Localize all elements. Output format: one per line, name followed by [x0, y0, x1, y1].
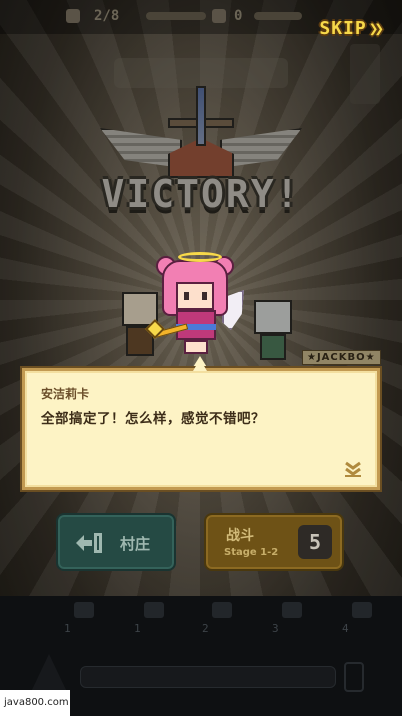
stamina-count: 2/8: [94, 8, 120, 24]
potion-icon[interactable]: [344, 662, 364, 692]
character-slot[interactable]: 1: [58, 600, 108, 640]
game-scene: VICTORY! ★JACKBO★ 2/8 0 SKIP ❯❯ 安洁莉卡 全部搞…: [0, 0, 402, 716]
battle-button[interactable]: 战斗 Stage 1-2 5: [204, 513, 344, 571]
lock-icon: [352, 602, 372, 618]
slot-level: 1: [134, 622, 141, 635]
dialog-text: 全部搞定了！怎么样，感觉不错吧？: [41, 411, 265, 427]
stage-label: Stage 1-2: [224, 547, 279, 558]
skip-button[interactable]: SKIP ❯❯: [319, 18, 384, 39]
dialog-speaker: 安洁莉卡: [41, 387, 90, 401]
lock-icon: [144, 602, 164, 618]
dialog-box[interactable]: 安洁莉卡 全部搞定了！怎么样，感觉不错吧？: [22, 368, 380, 490]
battle-label: 战斗: [226, 528, 254, 544]
slot-level: 4: [342, 622, 349, 635]
character-slot[interactable]: 3: [266, 600, 316, 640]
skip-label: SKIP: [319, 18, 367, 39]
lock-icon: [282, 602, 302, 618]
watermark: java800.com: [0, 690, 70, 716]
coin-bar: [254, 12, 302, 20]
lock-icon: [212, 602, 232, 618]
double-chevron-down-icon[interactable]: [343, 461, 363, 477]
village-button[interactable]: 村庄: [56, 513, 176, 571]
angelica-character: [145, 252, 244, 362]
character-slot[interactable]: 1: [128, 600, 178, 640]
experience-bar: [80, 666, 336, 688]
slot-level: 1: [64, 622, 71, 635]
lock-icon: [74, 602, 94, 618]
stamina-icon: [66, 9, 80, 23]
slot-level: 2: [202, 622, 209, 635]
stamina-bar: [146, 12, 206, 20]
village-label: 村庄: [120, 535, 151, 553]
halo-icon: [178, 252, 222, 262]
character-slot[interactable]: 2: [196, 600, 246, 640]
stamina-cost-badge: 5: [298, 525, 332, 559]
fast-forward-icon: ❯❯: [368, 19, 384, 38]
coin-count: 0: [234, 8, 243, 24]
coin-icon: [212, 9, 226, 23]
slot-level: 3: [272, 622, 279, 635]
exit-door-icon: [76, 533, 102, 553]
character-slot[interactable]: 4: [336, 600, 386, 640]
